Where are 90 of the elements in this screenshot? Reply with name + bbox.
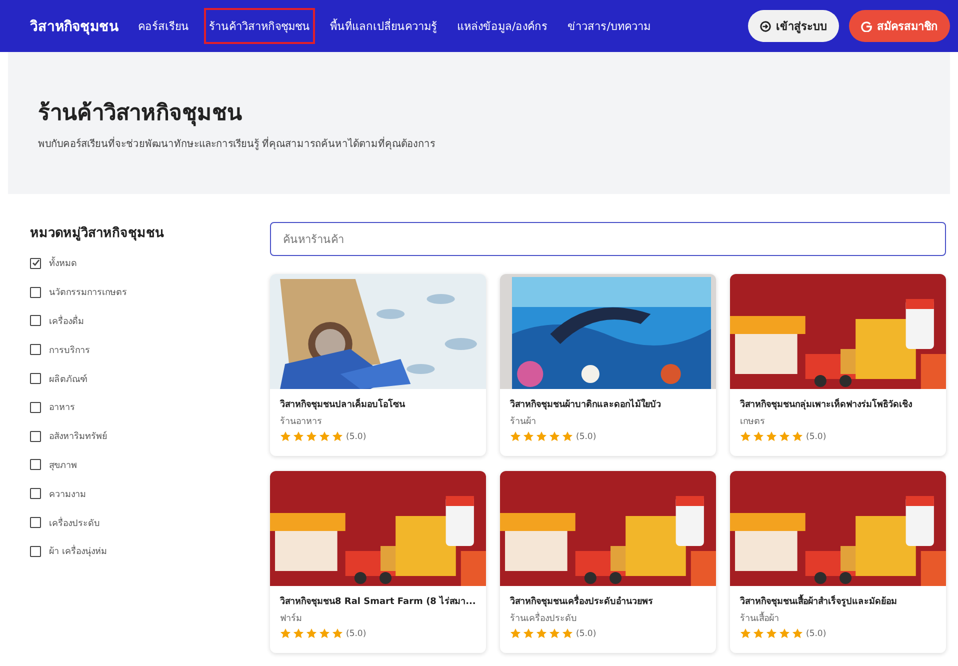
rating-value: (5.0)	[346, 432, 366, 442]
star-icon	[523, 431, 534, 442]
login-icon	[760, 20, 771, 32]
star-icon	[332, 431, 343, 442]
star-icon	[536, 431, 547, 442]
star-icon	[536, 628, 547, 639]
star-icon	[306, 431, 317, 442]
star-icon	[293, 628, 304, 639]
search-field[interactable]: ค้นหาร้านค้า	[270, 222, 946, 256]
star-icon	[740, 628, 751, 639]
category-label[interactable]: เครื่องดื่ม	[49, 314, 84, 328]
product-name: วิสาหกิจชุมชนกลุ่มเพาะเห็ดฟางร่มโพธิวัดเชิง	[740, 397, 913, 411]
star-icon	[549, 628, 560, 639]
product-category: ร้านเสื้อผ้า	[740, 611, 936, 625]
category-label[interactable]: การบริการ	[49, 342, 90, 357]
star-icon	[510, 628, 521, 639]
star-icon	[779, 628, 790, 639]
page-title: ร้านค้าวิสาหกิจชุมชน	[38, 100, 243, 128]
star-icon	[549, 431, 560, 442]
checkbox[interactable]	[30, 430, 41, 442]
star-icon	[280, 628, 291, 639]
product-category: เกษตร	[740, 416, 766, 428]
nav-link[interactable]: แหล่งข้อมูล/องค์กร	[452, 8, 553, 44]
star-icon	[740, 431, 751, 442]
star-icon	[523, 628, 534, 639]
product-name: วิสาหกิจชุมชนเครื่องประดับอำนวยพร	[510, 594, 706, 608]
category-label[interactable]: เครื่องประดับ	[49, 516, 100, 530]
star-icon	[562, 431, 573, 442]
page-subtitle: พบกับคอร์สเรียนที่จะช่วยพัฒนาทักษะและการเรียนรู้ ที่คุณสามารถค้นหาได้ตามที่คุณต้องการ	[38, 136, 920, 151]
brand-logo[interactable]: วิสาหกิจชุมชน	[30, 15, 119, 37]
nav-link[interactable]: คอร์สเรียน	[133, 8, 194, 44]
checkbox[interactable]	[30, 315, 41, 326]
product-name: วิสาหกิจชุมชนเสื้อผ้าสำเร็จรูปและมัดย้อม	[740, 594, 936, 608]
nav-link[interactable]: ร้านค้าวิสาหกิจชุมชน	[204, 8, 315, 44]
checkbox[interactable]	[30, 546, 41, 557]
category-label[interactable]: นวัตกรรมการเกษตร	[49, 285, 127, 300]
product-card[interactable]: วิสาหกิจชุมชนเครื่องประดับอำนวยพร ร้านเครื่องประดับ (5.0)	[500, 471, 716, 653]
product-category: ร้านอาหาร	[280, 416, 323, 428]
register-icon	[861, 20, 872, 32]
product-category: ฟาร์ม	[280, 612, 303, 625]
category-label[interactable]: อาหาร	[49, 400, 75, 414]
checkbox[interactable]	[30, 517, 41, 528]
product-card[interactable]: วิสาหกิจชุมชนปลาเค็มอบโอโซน ร้านอาหาร (5.0)	[270, 274, 486, 456]
star-icon	[319, 628, 330, 639]
checkbox[interactable]	[30, 344, 41, 356]
star-icon	[280, 431, 291, 442]
nav-link[interactable]: ข่าวสาร/บทความ	[562, 8, 656, 44]
product-card[interactable]: วิสาหกิจชุมชนกลุ่มเพาะเห็ดฟางร่มโพธิวัดเชิง เกษตร (5.0)	[730, 274, 946, 456]
star-icon	[766, 431, 777, 442]
product-card[interactable]: วิสาหกิจชุมชนเสื้อผ้าสำเร็จรูปและมัดย้อม ร้านเสื้อผ้า (5.0)	[730, 471, 946, 653]
product-name: วิสาหกิจชุมชน8 Ral Smart Farm (8 ไร่สมา...	[280, 594, 476, 608]
category-label[interactable]: ผลิตภัณฑ์	[49, 372, 87, 386]
rating-value: (5.0)	[576, 432, 596, 442]
checkbox[interactable]	[30, 488, 41, 500]
product-card[interactable]: วิสาหกิจชุมชนผ้าบาติกและดอกไม้ใยบัว ร้านผ้า (5.0)	[500, 274, 716, 456]
checkbox[interactable]	[30, 402, 41, 413]
checkbox[interactable]	[30, 373, 41, 384]
star-icon	[562, 628, 573, 639]
star-icon	[319, 431, 330, 442]
star-icon	[779, 431, 790, 442]
star-icon	[792, 628, 803, 639]
star-icon	[306, 628, 317, 639]
star-icon	[293, 431, 304, 442]
nav-link[interactable]: พื้นที่แลกเปลี่ยนความรู้	[325, 8, 442, 44]
category-label[interactable]: ผ้า เครื่องนุ่งห่ม	[49, 544, 107, 558]
checkbox[interactable]	[30, 258, 41, 269]
rating-value: (5.0)	[576, 628, 596, 638]
star-icon	[753, 628, 764, 639]
product-name: วิสาหกิจชุมชนปลาเค็มอบโอโซน	[280, 397, 406, 411]
star-icon	[766, 628, 777, 639]
checkbox[interactable]	[30, 459, 41, 470]
star-icon	[792, 431, 803, 442]
star-icon	[510, 431, 521, 442]
checkbox[interactable]	[30, 286, 41, 298]
star-icon	[332, 628, 343, 639]
product-category: ร้านเครื่องประดับ	[510, 611, 706, 625]
star-icon	[753, 431, 764, 442]
rating-value: (5.0)	[806, 628, 826, 638]
category-label[interactable]: ความงาม	[49, 486, 86, 501]
login-button[interactable]: เข้าสู่ระบบ	[748, 10, 839, 42]
register-button[interactable]: สมัครสมาชิก	[849, 10, 950, 42]
category-label[interactable]: ทั้งหมด	[49, 256, 77, 270]
rating-value: (5.0)	[346, 628, 366, 638]
product-category: ร้านผ้า	[510, 416, 537, 428]
sidebar-title: หมวดหมู่วิสาหกิจชุมชน	[30, 225, 165, 243]
category-label[interactable]: สุขภาพ	[49, 458, 77, 472]
rating-value: (5.0)	[806, 432, 826, 442]
category-label[interactable]: อสังหาริมทรัพย์	[49, 429, 107, 444]
product-card[interactable]: วิสาหกิจชุมชน8 Ral Smart Farm (8 ไร่สมา... ฟาร์ม (5.0)	[270, 471, 486, 653]
product-name: วิสาหกิจชุมชนผ้าบาติกและดอกไม้ใยบัว	[510, 398, 662, 411]
